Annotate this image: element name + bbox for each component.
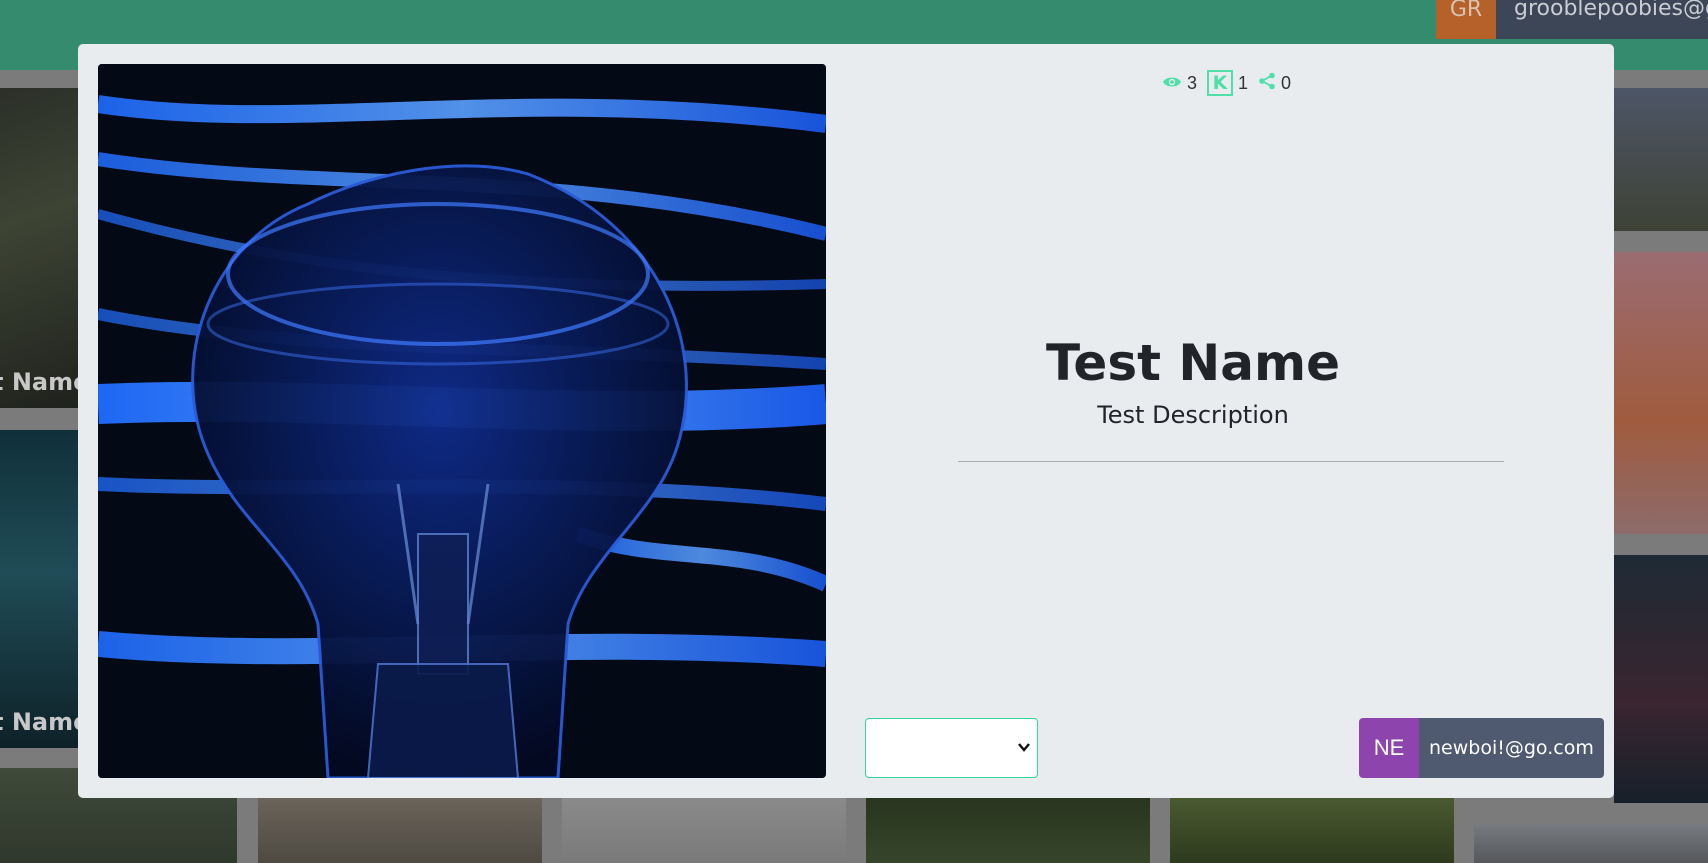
background-card (1170, 798, 1454, 863)
background-card (1614, 88, 1708, 231)
background-card (562, 798, 846, 863)
background-card (866, 798, 1150, 863)
header-user-chip[interactable]: GR grooblepoobies@gma (1436, 0, 1708, 39)
post-description: Test Description (1097, 401, 1289, 429)
post-title: Test Name (1045, 334, 1341, 392)
background-card: t Name (0, 88, 78, 408)
divider (958, 461, 1504, 462)
shares-stat[interactable]: 0 (1258, 72, 1291, 94)
background-card-caption: t Name (0, 368, 78, 396)
background-card (1614, 252, 1708, 534)
k-icon[interactable]: K (1207, 70, 1234, 96)
background-card-caption: t Name (0, 708, 78, 736)
views-count: 3 (1187, 72, 1198, 93)
owner-email: newboi!@go.com (1419, 718, 1604, 778)
chevron-down-icon (1017, 739, 1031, 758)
header-user-avatar: GR (1436, 0, 1496, 39)
header-user-email: grooblepoobies@gma (1496, 0, 1708, 39)
karma-stat[interactable]: K 1 (1207, 70, 1248, 96)
post-image (98, 64, 826, 778)
eye-icon (1162, 74, 1182, 93)
collection-select[interactable] (865, 718, 1038, 778)
background-card (1474, 824, 1708, 863)
post-owner-chip[interactable]: NE newboi!@go.com (1359, 718, 1604, 778)
share-icon[interactable] (1258, 72, 1276, 94)
background-card: t Name (0, 430, 78, 748)
post-stats: 3 K 1 0 (1162, 68, 1301, 98)
shares-count: 0 (1281, 72, 1292, 93)
owner-avatar: NE (1359, 718, 1419, 778)
post-detail-modal: 3 K 1 0 Test Name Test Description NE ne… (78, 44, 1614, 798)
karma-count: 1 (1238, 72, 1249, 93)
lightbulb-light-trails-image (98, 64, 826, 778)
background-card (258, 798, 542, 863)
background-card (1614, 555, 1708, 803)
views-stat: 3 (1162, 73, 1197, 94)
